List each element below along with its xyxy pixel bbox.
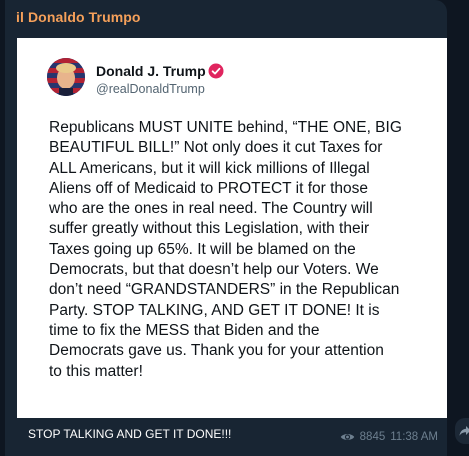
post-screenshot[interactable]: Donald J. Trump @realDonaldTrump Republi… (17, 38, 447, 418)
message-time: 11:38 AM (390, 431, 438, 443)
forward-button[interactable] (455, 418, 469, 444)
verified-badge-icon (208, 63, 224, 79)
message-meta: 8845 11:38 AM (340, 431, 438, 443)
profile-avatar (47, 58, 85, 96)
author-handle: @realDonaldTrump (96, 82, 205, 96)
channel-name[interactable]: il Donaldo Trumpo (16, 9, 141, 25)
message-caption: STOP TALKING AND GET IT DONE!!! (28, 427, 232, 441)
view-count: 8845 (359, 431, 386, 443)
author-name: Donald J. Trump (96, 63, 206, 79)
eye-icon (340, 434, 354, 440)
post-text: Republicans MUST UNITE behind, “THE ONE,… (49, 119, 402, 380)
forward-icon (459, 426, 469, 436)
